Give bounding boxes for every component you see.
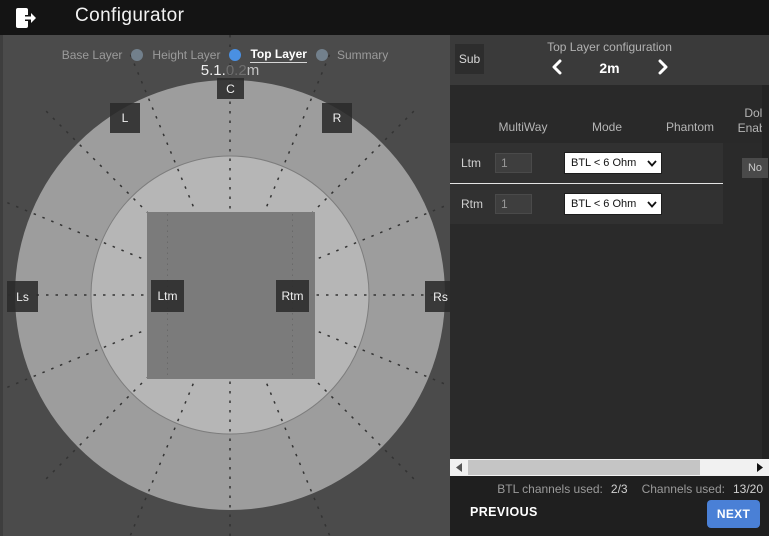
channel-name-label: Ltm [461, 156, 491, 170]
mode-select-value: BTL < 6 Ohm [565, 198, 647, 210]
speaker-chip-right[interactable]: R [322, 103, 352, 133]
app-logo-icon[interactable] [13, 6, 37, 30]
speaker-chip-left[interactable]: L [110, 103, 140, 133]
panel-footer: BTL channels used: 2/3 Channels used: 13/20… [450, 476, 769, 536]
speaker-chip-right-surround[interactable]: Rs [425, 281, 450, 312]
scroll-right-arrow-icon[interactable] [752, 459, 768, 476]
channel-table-body: Ltm BTL < 6 Ohm Rtm BTL < 6 Ohm [450, 143, 723, 224]
btl-channels-value: 2/3 [611, 482, 628, 496]
chevron-right-icon [658, 59, 669, 78]
step-height-layer[interactable]: Height Layer [152, 48, 220, 62]
chevron-left-icon [551, 59, 562, 78]
next-button[interactable]: NEXT [707, 500, 760, 528]
distance-decrease-button[interactable] [551, 59, 562, 78]
layout-code-top: 0.2 [226, 62, 247, 79]
layout-code-base: 5.1. [201, 62, 226, 79]
configurator-app: Configurator Base Layer Height Layer Top… [0, 0, 769, 536]
scroll-left-arrow-icon[interactable] [451, 459, 467, 476]
multiway-input-rtm[interactable] [495, 194, 532, 214]
dolby-enable-value: No [742, 158, 768, 178]
distance-value: 2m [596, 60, 624, 76]
chevron-down-icon [647, 160, 657, 167]
channel-name-label: Rtm [461, 197, 491, 211]
channel-table-header: MultiWay Mode Phantom Dolby Enable [450, 85, 769, 143]
layout-code-unit: m [247, 62, 260, 79]
mode-select-value: BTL < 6 Ohm [565, 157, 647, 169]
speaker-layout-panel: Base Layer Height Layer Top Layer Summar… [0, 35, 450, 536]
step-top-layer[interactable]: Top Layer [250, 47, 306, 63]
chevron-down-icon [647, 201, 657, 208]
horizontal-scrollbar[interactable] [450, 459, 769, 476]
configuration-panel: Sub Top Layer configuration 2m MultiWay … [450, 35, 769, 536]
layer-stepper: Base Layer Height Layer Top Layer Summar… [0, 47, 450, 63]
room-diagram [0, 35, 450, 536]
speaker-chip-left-top-middle[interactable]: Ltm [151, 280, 184, 312]
speaker-layout-code: 5.1.0.2m [0, 62, 450, 79]
speaker-chip-center[interactable]: C [217, 78, 244, 99]
channel-usage-summary: BTL channels used: 2/3 Channels used: 13/20 [497, 482, 763, 496]
column-header-mode: Mode [592, 120, 622, 134]
channels-used-label: Channels used: [642, 482, 725, 496]
channels-used-value: 13/20 [733, 482, 763, 496]
step-base-layer[interactable]: Base Layer [62, 48, 123, 62]
btl-channels-label: BTL channels used: [497, 482, 603, 496]
multiway-input-ltm[interactable] [495, 153, 532, 173]
app-header: Configurator [0, 0, 769, 35]
distance-increase-button[interactable] [658, 59, 669, 78]
mode-select-rtm[interactable]: BTL < 6 Ohm [564, 193, 662, 215]
scrollbar-thumb[interactable] [468, 460, 700, 475]
step-summary[interactable]: Summary [337, 48, 388, 62]
step-dot-active[interactable] [229, 49, 241, 61]
table-row-ltm: Ltm BTL < 6 Ohm [450, 143, 723, 184]
config-header-band: Sub Top Layer configuration 2m [450, 35, 769, 85]
panel-edge-divider [0, 35, 3, 536]
panel-right-strip [762, 85, 769, 459]
step-dot[interactable] [131, 49, 143, 61]
previous-button[interactable]: PREVIOUS [470, 505, 538, 519]
config-title: Top Layer configuration [450, 40, 769, 54]
mode-select-ltm[interactable]: BTL < 6 Ohm [564, 152, 662, 174]
column-header-phantom: Phantom [666, 120, 714, 134]
step-dot[interactable] [316, 49, 328, 61]
column-header-multiway: MultiWay [499, 120, 548, 134]
page-title: Configurator [75, 5, 184, 27]
distance-selector: 2m [450, 56, 769, 80]
table-row-rtm: Rtm BTL < 6 Ohm [450, 184, 723, 224]
speaker-chip-left-surround[interactable]: Ls [7, 281, 38, 312]
speaker-chip-right-top-middle[interactable]: Rtm [276, 280, 309, 312]
